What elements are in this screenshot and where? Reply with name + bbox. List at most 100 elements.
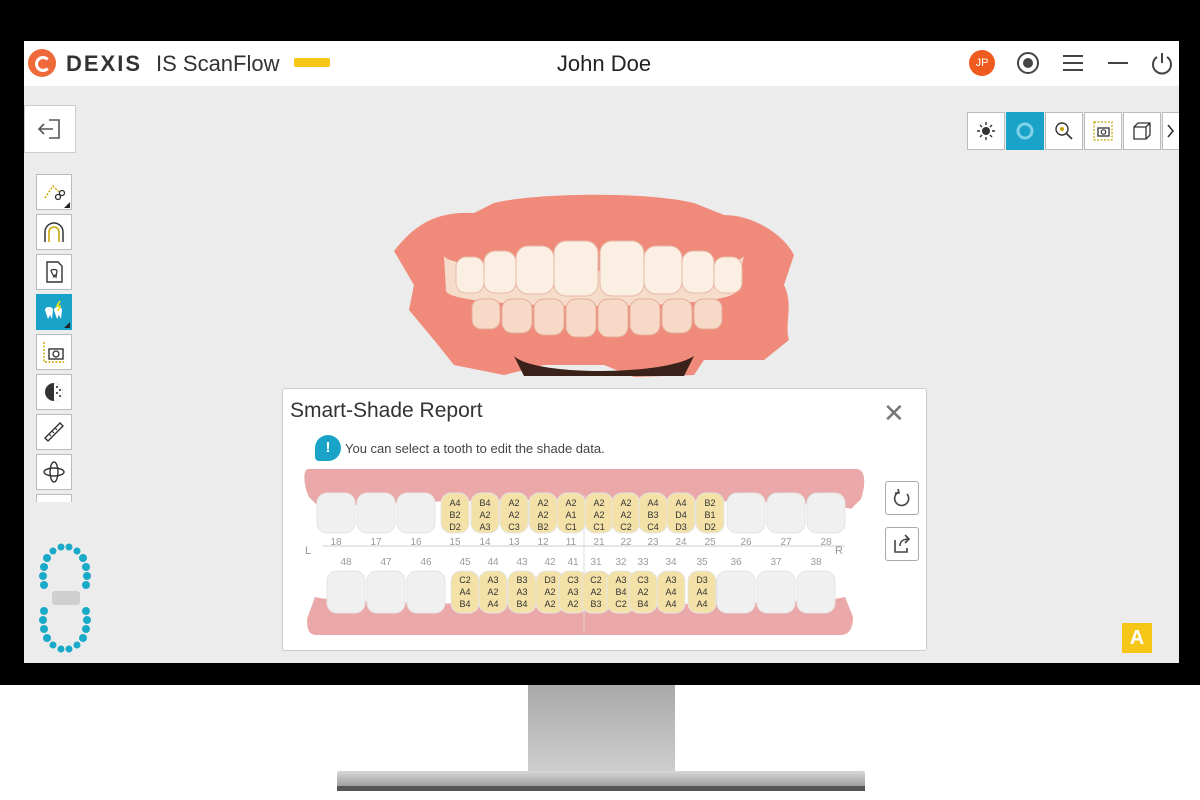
ring-view-button[interactable] xyxy=(1006,112,1044,150)
lower-tooth-number: 47 xyxy=(380,557,392,568)
color-tool-button[interactable] xyxy=(36,494,72,502)
lower-tooth-number: 46 xyxy=(420,557,432,568)
lower-shade-label: A4 xyxy=(696,587,707,597)
document-tooth-icon xyxy=(46,261,63,283)
screenshot-button[interactable] xyxy=(1084,112,1122,150)
mode-badge[interactable]: A xyxy=(1122,623,1152,653)
zoom-icon xyxy=(1055,122,1073,140)
export-button[interactable] xyxy=(885,527,919,561)
menu-icon[interactable] xyxy=(1060,50,1086,76)
lower-tooth-number: 35 xyxy=(696,557,708,568)
lower-shade-label: A2 xyxy=(590,587,601,597)
upper-shade-label: D2 xyxy=(704,522,716,532)
upper-shade-label: D4 xyxy=(675,510,687,520)
lower-shade-label: A3 xyxy=(665,575,676,585)
exit-button[interactable] xyxy=(24,105,76,153)
lower-tooth-number: 36 xyxy=(730,557,742,568)
lower-shade-label: D3 xyxy=(544,575,556,585)
reset-button[interactable] xyxy=(885,481,919,515)
lower-shade-label: B4 xyxy=(516,599,527,609)
chevron-right-icon xyxy=(1167,124,1175,138)
lower-shade-label: B4 xyxy=(615,587,626,597)
monitor-stand-foot xyxy=(337,771,865,791)
refresh-icon xyxy=(893,488,910,507)
smart-shade-button[interactable] xyxy=(36,294,72,330)
lower-tooth xyxy=(756,570,796,614)
texture-tool-button[interactable] xyxy=(36,374,72,410)
rainbow-icon xyxy=(42,500,66,502)
trim-tool-button[interactable] xyxy=(36,174,72,210)
brightness-button[interactable] xyxy=(967,112,1005,150)
dexis-logo-icon xyxy=(28,49,56,77)
lower-tooth-number: 32 xyxy=(615,557,627,568)
arch-icon xyxy=(44,222,64,242)
lower-tooth-number: 33 xyxy=(637,557,649,568)
shade-chart[interactable]: L R 18 17 16 15 A4 B2 D2 14 B4 A2 A3 13 A2 A2 C3 12 A2 A2 B2… xyxy=(303,467,865,637)
upper-shade-label: B1 xyxy=(704,510,715,520)
more-tools-button[interactable] xyxy=(1162,112,1179,150)
upper-shade-label: B2 xyxy=(449,510,460,520)
upper-tooth-number: 22 xyxy=(620,537,632,548)
lower-shade-label: B3 xyxy=(516,575,527,585)
upper-shade-label: A2 xyxy=(537,510,548,520)
upper-shade-label: D2 xyxy=(449,522,461,532)
lower-shade-label: B4 xyxy=(637,599,648,609)
brightness-icon xyxy=(977,122,995,140)
upper-shade-label: A2 xyxy=(508,510,519,520)
arch-map-icon[interactable] xyxy=(34,541,98,656)
arch-tool-button[interactable] xyxy=(36,214,72,250)
upper-shade-label: C1 xyxy=(593,522,605,532)
lower-shade-label: A2 xyxy=(637,587,648,597)
measure-tool-button[interactable] xyxy=(36,414,72,450)
zoom-button[interactable] xyxy=(1045,112,1083,150)
tooth-report-button[interactable] xyxy=(36,254,72,290)
lower-shade-label: A4 xyxy=(459,587,470,597)
rotate-view-button[interactable] xyxy=(36,454,72,490)
upper-shade-label: A2 xyxy=(479,510,490,520)
upper-tooth-number: 23 xyxy=(647,537,659,548)
3d-view-button[interactable] xyxy=(1123,112,1161,150)
lower-shade-label: A4 xyxy=(487,599,498,609)
upper-tooth-number: 21 xyxy=(593,537,605,548)
upper-shade-label: C2 xyxy=(620,522,632,532)
right-label: R xyxy=(835,545,843,557)
half-circle-icon xyxy=(45,383,63,401)
upper-tooth xyxy=(806,492,846,534)
upper-shade-label: A4 xyxy=(449,498,460,508)
lower-shade-label: A2 xyxy=(544,599,555,609)
upper-shade-label: A1 xyxy=(565,510,576,520)
intraoral-scan-model[interactable] xyxy=(384,181,804,381)
upper-shade-label: A2 xyxy=(620,510,631,520)
lower-shade-label: B3 xyxy=(590,599,601,609)
product-name: IS ScanFlow xyxy=(156,51,280,76)
orbit-icon xyxy=(43,461,65,483)
tooth-shade-icon xyxy=(45,300,62,319)
upper-shade-label: B4 xyxy=(479,498,490,508)
upper-tooth-number: 13 xyxy=(508,537,520,548)
lower-tooth xyxy=(406,570,446,614)
close-icon[interactable]: ✕ xyxy=(883,400,905,426)
lower-tooth-number: 48 xyxy=(340,557,352,568)
upper-tooth-number: 18 xyxy=(330,537,342,548)
lower-shade-label: A2 xyxy=(544,587,555,597)
lower-shade-label: A3 xyxy=(567,587,578,597)
snapshot-tool-button[interactable] xyxy=(36,334,72,370)
power-icon[interactable] xyxy=(1149,50,1175,76)
upper-shade-label: A2 xyxy=(565,498,576,508)
user-avatar[interactable]: JP xyxy=(969,50,995,76)
lower-tooth-number: 31 xyxy=(590,557,602,568)
lower-tooth xyxy=(796,570,836,614)
lower-tooth-number: 41 xyxy=(567,557,579,568)
upper-tooth-number: 17 xyxy=(370,537,382,548)
upper-tooth-number: 14 xyxy=(479,537,491,548)
patient-name: John Doe xyxy=(556,51,652,76)
upper-tooth xyxy=(396,492,436,534)
upper-shade-label: B2 xyxy=(704,498,715,508)
upper-tooth xyxy=(316,492,356,534)
lower-shade-label: C2 xyxy=(615,599,627,609)
lower-shade-label: A4 xyxy=(696,599,707,609)
upper-tooth-number: 15 xyxy=(449,537,461,548)
ring-icon xyxy=(1016,122,1034,140)
minimize-icon[interactable] xyxy=(1105,50,1131,76)
record-icon[interactable] xyxy=(1015,50,1041,76)
